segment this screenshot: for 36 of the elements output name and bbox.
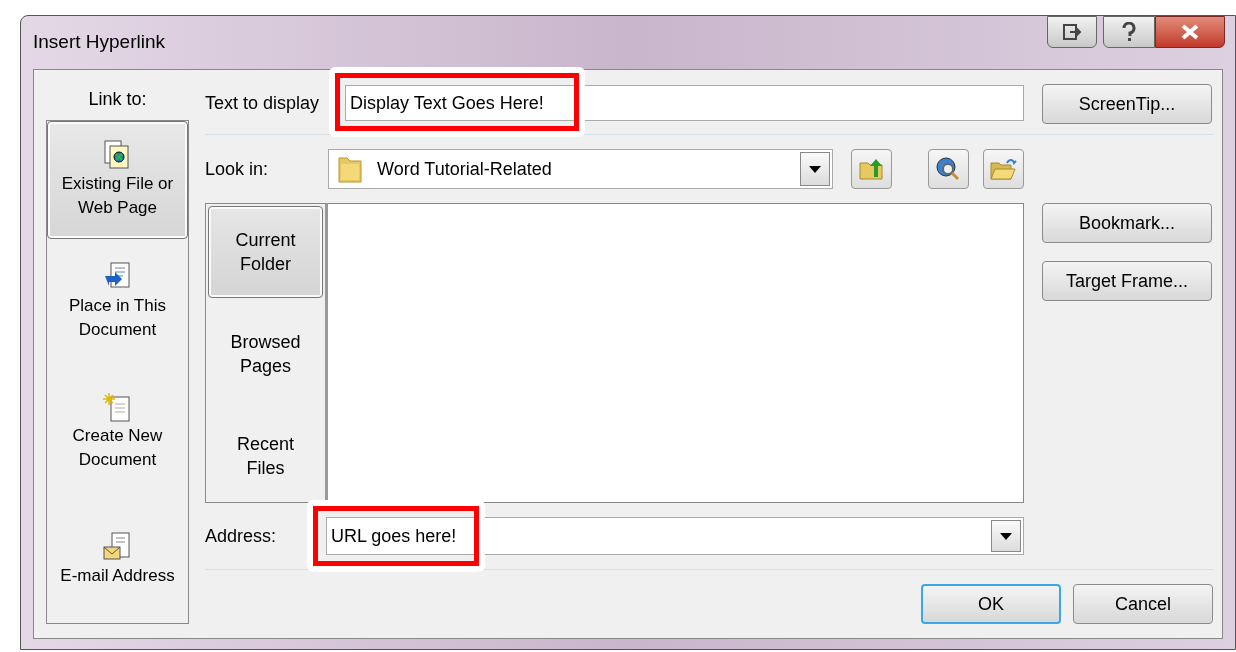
dialog-button[interactable]: OK [921, 584, 1061, 624]
restore-button[interactable] [1047, 16, 1097, 48]
browse-tab[interactable]: Current Folder [207, 206, 323, 298]
link-type-tab[interactable]: Existing File or Web Page [47, 121, 188, 239]
side-button[interactable]: Bookmark... [1041, 203, 1212, 243]
folder-up-button[interactable] [850, 149, 892, 189]
look-in-dropdown[interactable]: Word Tutorial-Related [327, 149, 833, 189]
link-type-tab[interactable]: Place in This Document [47, 259, 188, 345]
side-button[interactable]: ScreenTip... [1041, 84, 1212, 124]
look-in-label: Look in: [204, 157, 269, 181]
folder-open-icon [989, 157, 1018, 181]
new-document-icon [103, 392, 132, 422]
browse-tab[interactable]: Recent Files [207, 410, 323, 502]
link-type-tab[interactable]: E-mail Address [47, 529, 188, 591]
side-button[interactable]: Target Frame... [1041, 261, 1212, 301]
folder-icon [336, 154, 363, 184]
close-button[interactable] [1155, 16, 1225, 48]
folder-up-icon [858, 157, 885, 181]
dialog-button[interactable]: Cancel [1073, 584, 1213, 624]
address-label: Address: [204, 524, 277, 548]
document-globe-icon [104, 140, 131, 170]
document-envelope-icon [103, 532, 132, 562]
window-title: Insert Hyperlink [33, 30, 165, 55]
address-field[interactable]: URL goes here! [325, 517, 1024, 555]
close-icon [1180, 24, 1200, 40]
help-button[interactable] [1103, 16, 1155, 48]
browse-tab[interactable]: Browsed Pages [207, 308, 323, 400]
text-to-display-label: Text to display [204, 91, 321, 115]
link-to-label: Link to: [88, 88, 147, 111]
globe-search-button[interactable] [927, 149, 969, 189]
globe-search-icon [935, 156, 962, 182]
folder-open-button[interactable] [982, 149, 1024, 189]
link-type-tab[interactable]: Create New Document [47, 389, 188, 475]
help-icon [1122, 22, 1136, 42]
text-to-display-field[interactable]: Display Text Goes Here! [344, 85, 1024, 121]
exit-arrow-icon [1062, 23, 1082, 41]
